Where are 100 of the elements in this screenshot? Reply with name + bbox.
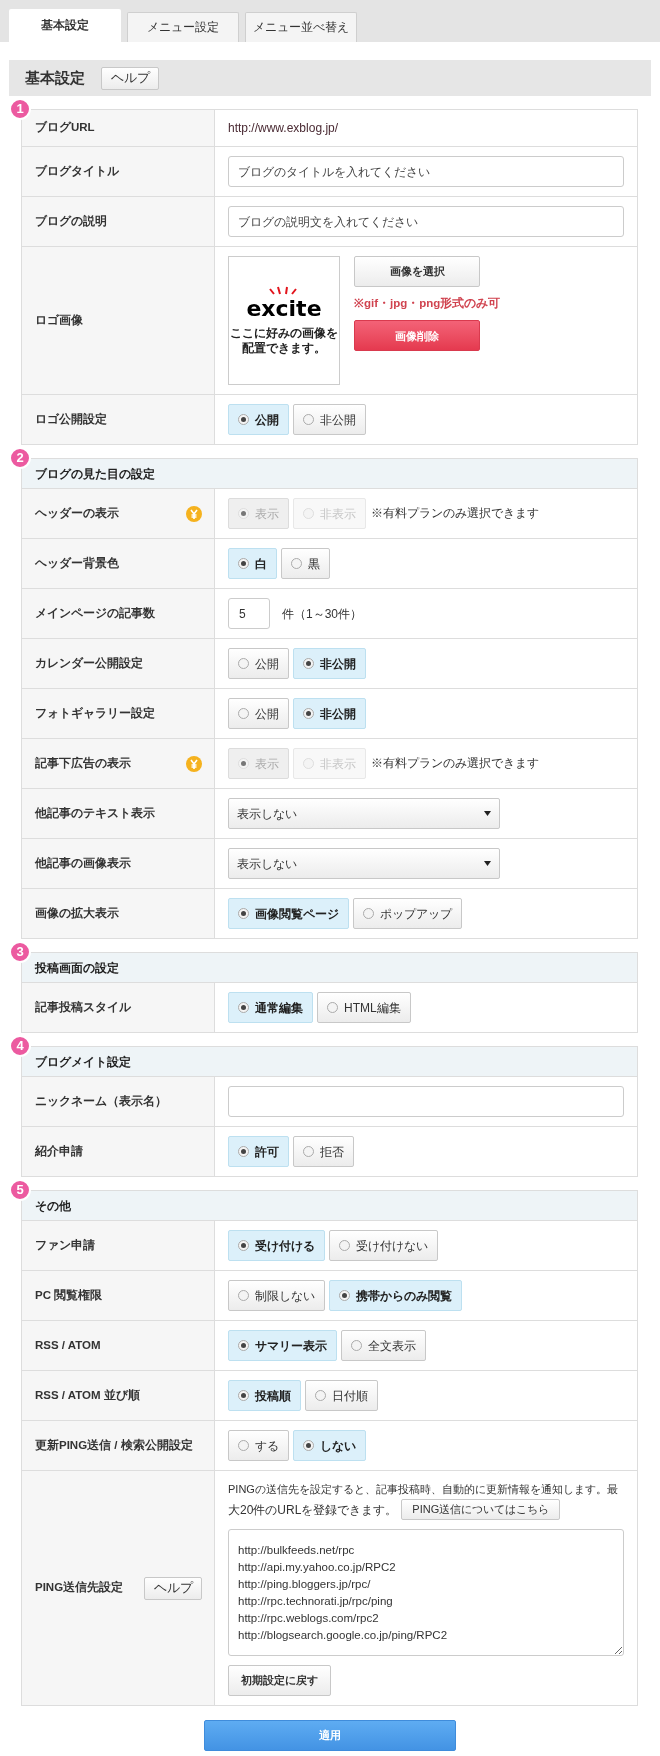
radio-icon <box>238 414 249 425</box>
radio-option[interactable]: しない <box>293 1430 366 1461</box>
radio-option[interactable]: HTML編集 <box>317 992 411 1023</box>
ping-description: PINGの送信先を設定すると、記事投稿時、自動的に更新情報を通知します。最 <box>228 1482 619 1497</box>
radio-option[interactable]: 通常編集 <box>228 992 313 1023</box>
field-label: RSS / ATOM 並び順 <box>35 1387 140 1403</box>
field-label: 記事下広告の表示 <box>35 755 131 771</box>
field-label: 他記事の画像表示 <box>35 855 131 871</box>
unit-label: 件（1～30件） <box>282 605 363 623</box>
number-input-field[interactable]: 5 <box>228 598 270 629</box>
radio-icon <box>291 558 302 569</box>
field-label: ニックネーム（表示名） <box>35 1093 167 1110</box>
radio-icon <box>238 1340 249 1351</box>
radio-icon <box>238 908 249 919</box>
radio-option[interactable]: 画像閲覧ページ <box>228 898 349 929</box>
radio-option[interactable]: 拒否 <box>293 1136 354 1167</box>
field-label: 他記事のテキスト表示 <box>35 805 155 821</box>
radio-icon <box>238 1290 249 1301</box>
section-number: 3 <box>9 941 31 963</box>
section-number: 2 <box>9 447 31 469</box>
radio-icon <box>303 758 314 769</box>
radio-option[interactable]: 非公開 <box>293 698 366 729</box>
radio-option[interactable]: 非公開 <box>293 648 366 679</box>
text-input-field[interactable]: ブログの説明文を入れてください <box>228 206 624 237</box>
radio-icon <box>303 508 314 519</box>
select-image-button[interactable]: 画像を選択 <box>354 256 480 287</box>
radio-icon <box>339 1290 350 1301</box>
radio-icon <box>303 1146 314 1157</box>
help-button[interactable]: ヘルプ <box>101 66 159 90</box>
radio-option[interactable]: 公開 <box>228 698 289 729</box>
blog-url: http://www.exblog.jp/ <box>228 120 339 137</box>
radio-icon <box>238 758 249 769</box>
field-label: フォトギャラリー設定 <box>35 705 155 721</box>
field-label: ブログタイトル <box>35 163 119 179</box>
field-label: ロゴ公開設定 <box>35 411 107 427</box>
tab[interactable]: メニュー設定 <box>127 12 239 42</box>
field-label: ヘッダーの表示 <box>35 505 119 521</box>
logo-wordmark: excite <box>246 297 322 320</box>
section-number: 5 <box>9 1179 31 1201</box>
caret-icon <box>484 811 491 816</box>
radio-option[interactable]: 公開 <box>228 404 289 435</box>
radio-icon <box>238 1146 249 1157</box>
plan-note: ※有料プランのみ選択できます <box>371 505 539 521</box>
radio-icon <box>238 1440 249 1451</box>
delete-image-button[interactable]: 画像削除 <box>354 320 480 352</box>
radio-option[interactable]: 日付順 <box>305 1380 378 1411</box>
help-button[interactable]: ヘルプ <box>144 1576 202 1600</box>
logo-caption: ここに好みの画像を 配置できます。 <box>230 325 338 356</box>
field-label: 記事投稿スタイル <box>35 999 131 1015</box>
ping-description: 大20件のURLを登録できます。 <box>228 1501 398 1519</box>
field-label: RSS / ATOM <box>35 1337 101 1353</box>
dropdown-field[interactable]: 表示しない <box>228 798 500 829</box>
field-label: ファン申請 <box>35 1237 95 1253</box>
caret-icon <box>484 861 491 866</box>
radio-option[interactable]: 全文表示 <box>341 1330 426 1361</box>
section-header: その他 <box>22 1191 637 1221</box>
radio-option[interactable]: 受け付けない <box>329 1230 438 1261</box>
plan-note: ※有料プランのみ選択できます <box>371 755 539 771</box>
page-heading: 基本設定 <box>25 67 85 88</box>
field-label: メインページの記事数 <box>35 605 155 621</box>
radio-option[interactable]: 公開 <box>228 648 289 679</box>
radio-option[interactable]: 受け付ける <box>228 1230 325 1261</box>
radio-option[interactable]: 制限しない <box>228 1280 325 1311</box>
field-label: ロゴ画像 <box>35 312 83 328</box>
radio-icon <box>327 1002 338 1013</box>
reset-defaults-button[interactable]: 初期設定に戻す <box>228 1665 331 1696</box>
text-input-field[interactable] <box>228 1086 624 1117</box>
radio-icon <box>351 1340 362 1351</box>
radio-option[interactable]: 非公開 <box>293 404 366 435</box>
radio-option[interactable]: 許可 <box>228 1136 289 1167</box>
tab[interactable]: 基本設定 <box>9 9 121 42</box>
radio-icon <box>238 558 249 569</box>
radio-option[interactable]: サマリー表示 <box>228 1330 337 1361</box>
radio-option[interactable]: 白 <box>228 548 277 579</box>
field-label: 紹介申請 <box>35 1143 83 1159</box>
section-header: 投稿画面の設定 <box>22 953 637 983</box>
radio-icon <box>238 1390 249 1401</box>
ping-info-button[interactable]: PING送信についてはこちら <box>401 1499 561 1520</box>
field-label: カレンダー公開設定 <box>35 655 143 671</box>
radio-icon <box>303 708 314 719</box>
text-input-field[interactable]: ブログのタイトルを入れてください <box>228 156 624 187</box>
radio-icon <box>303 1440 314 1451</box>
section-number: 1 <box>9 98 31 120</box>
radio-option[interactable]: 黒 <box>281 548 330 579</box>
field-label: ブログURL <box>35 120 95 136</box>
radio-icon <box>303 658 314 669</box>
field-label: PING送信先設定 <box>35 1579 124 1596</box>
tab[interactable]: メニュー並べ替え <box>245 12 357 42</box>
radio-icon <box>238 508 249 519</box>
radio-option[interactable]: 携帯からのみ閲覧 <box>329 1280 462 1311</box>
ping-urls-field[interactable]: http://bulkfeeds.net/rpc http://api.my.yahoo.co.jp/RPC2 http://ping.bloggers.jp/rpc/ http://rpc.technorati.jp/rpc/ping http://rpc.weblogs.com/rpc2 http://blogsearch.google.co.jp/ping/RPC2 <box>228 1529 624 1656</box>
radio-option[interactable]: する <box>228 1430 289 1461</box>
radio-option[interactable]: 投稿順 <box>228 1380 301 1411</box>
radio-option[interactable]: ポップアップ <box>353 898 462 929</box>
radio-icon <box>303 414 314 425</box>
dropdown-field[interactable]: 表示しない <box>228 848 500 879</box>
radio-icon <box>315 1390 326 1401</box>
radio-icon <box>363 908 374 919</box>
field-label: 更新PING送信 / 検索公開設定 <box>35 1437 193 1453</box>
radio-icon <box>339 1240 350 1251</box>
